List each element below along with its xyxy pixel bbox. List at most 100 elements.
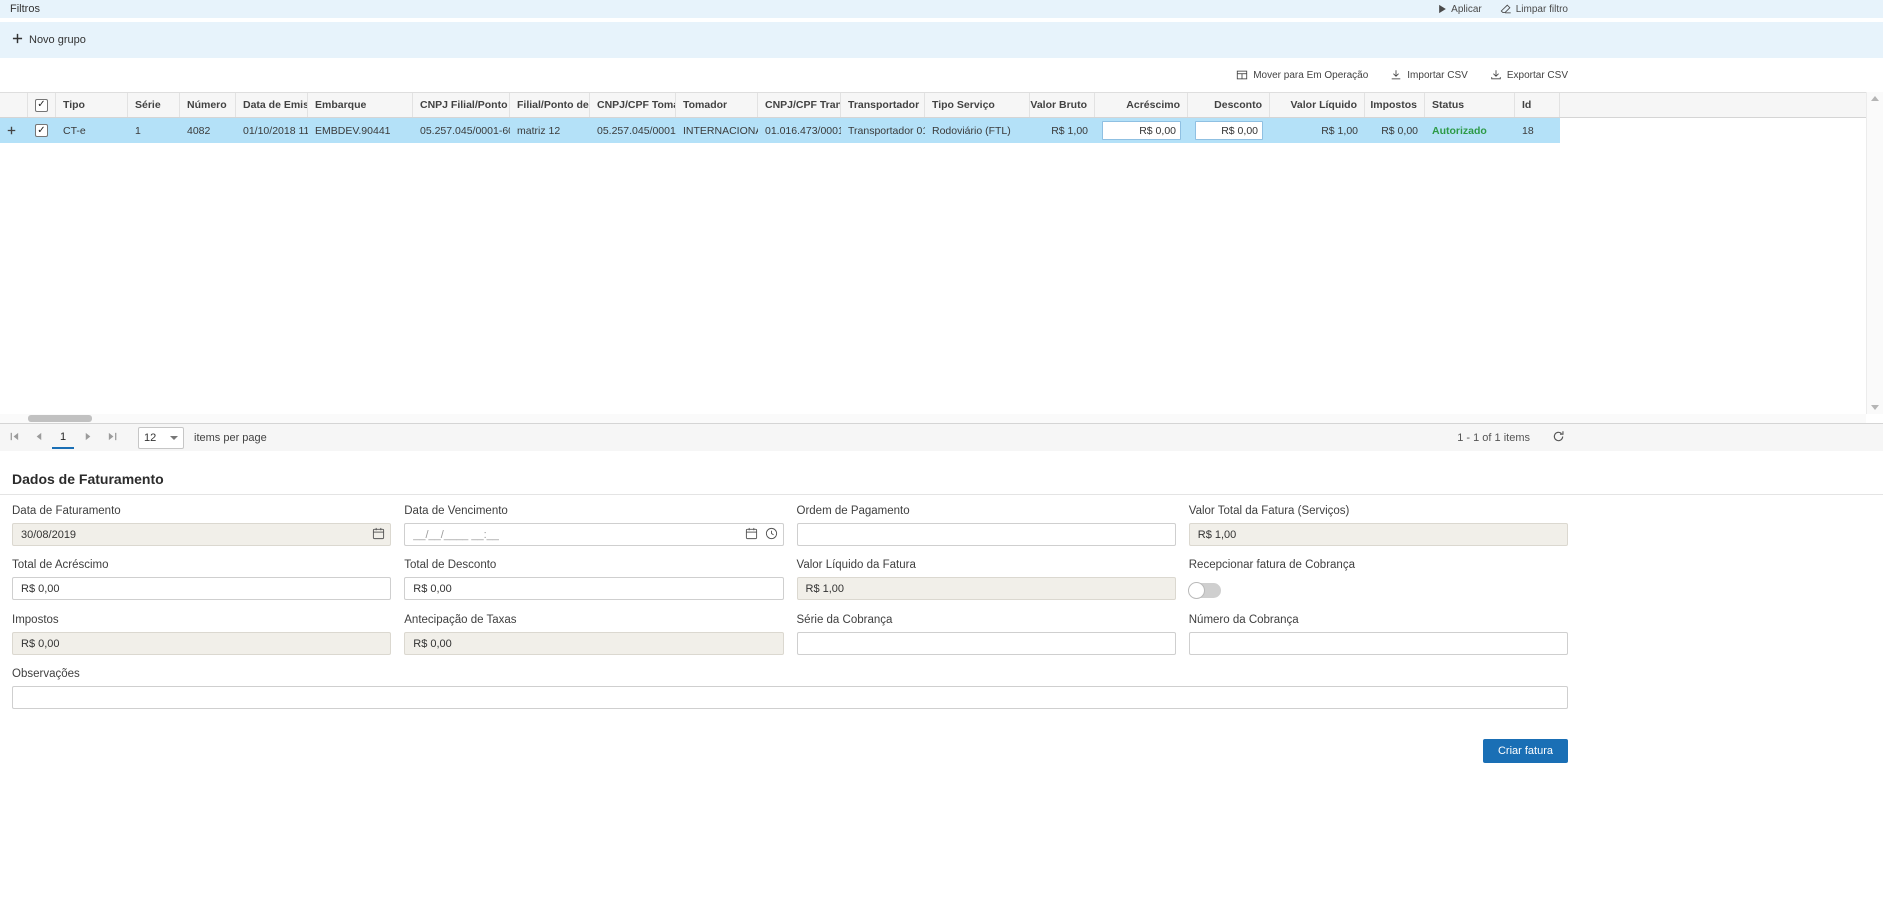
- total-acrescimo-label: Total de Acréscimo: [12, 559, 391, 572]
- filters-header: Filtros Aplicar Limpar filtro: [0, 0, 1883, 18]
- column-header-id[interactable]: Id: [1515, 93, 1560, 117]
- scroll-up-icon[interactable]: [1871, 96, 1879, 101]
- cell-data-emissao: 01/10/2018 11:07: [236, 118, 308, 143]
- page-size-select[interactable]: 12: [138, 427, 184, 449]
- column-header-tipo-servico[interactable]: Tipo Serviço: [925, 93, 1030, 117]
- acrescimo-input[interactable]: [1102, 121, 1181, 140]
- column-header-status[interactable]: Status: [1425, 93, 1515, 117]
- antecipacao-taxas-input[interactable]: [404, 632, 783, 655]
- data-vencimento-time-button[interactable]: [765, 527, 778, 543]
- column-header-numero[interactable]: Número: [180, 93, 236, 117]
- data-vencimento-label: Data de Vencimento: [404, 505, 783, 518]
- new-group-button[interactable]: Novo grupo: [12, 33, 86, 47]
- ordem-pagamento-label: Ordem de Pagamento: [797, 505, 1176, 518]
- impostos-input[interactable]: [12, 632, 391, 655]
- horizontal-scrollbar[interactable]: [0, 414, 1866, 423]
- column-header-transportador[interactable]: Transportador: [841, 93, 925, 117]
- footer-actions: Criar fatura: [0, 739, 1883, 763]
- field-valor-total-fatura: Valor Total da Fatura (Serviços): [1189, 505, 1568, 546]
- recepcionar-fatura-toggle[interactable]: [1189, 583, 1221, 598]
- data-vencimento-calendar-button[interactable]: [745, 527, 758, 543]
- numero-cobranca-input[interactable]: [1189, 632, 1568, 655]
- table-row[interactable]: CT-e 1 4082 01/10/2018 11:07 EMBDEV.9044…: [0, 118, 1560, 143]
- column-header-filial[interactable]: Filial/Ponto de O...: [510, 93, 590, 117]
- cell-transportador: Transportador 01: [841, 118, 925, 143]
- clear-filter-button[interactable]: Limpar filtro: [1500, 3, 1568, 15]
- scroll-down-icon[interactable]: [1871, 405, 1879, 410]
- field-total-acrescimo: Total de Acréscimo: [12, 559, 391, 601]
- export-icon: [1490, 69, 1502, 81]
- column-header-cnpj-transportador[interactable]: CNPJ/CPF Transp...: [758, 93, 841, 117]
- grid-body: CT-e 1 4082 01/10/2018 11:07 EMBDEV.9044…: [0, 118, 1883, 423]
- seek-last-icon: [107, 430, 118, 445]
- apply-filter-label: Aplicar: [1451, 4, 1482, 15]
- cell-expand: [0, 118, 28, 143]
- cell-impostos: R$ 0,00: [1365, 118, 1425, 143]
- seek-first-icon: [9, 430, 20, 445]
- export-csv-button[interactable]: Exportar CSV: [1490, 69, 1568, 81]
- create-invoice-button[interactable]: Criar fatura: [1483, 739, 1568, 763]
- numero-cobranca-label: Número da Cobrança: [1189, 614, 1568, 627]
- field-recepcionar-fatura: Recepcionar fatura de Cobrança: [1189, 559, 1568, 601]
- cell-id: 18: [1515, 118, 1560, 143]
- billing-section-title: Dados de Faturamento: [0, 471, 1883, 487]
- column-header-serie[interactable]: Série: [128, 93, 180, 117]
- expand-row-icon[interactable]: [7, 126, 16, 135]
- cell-tipo-servico: Rodoviário (FTL): [925, 118, 1030, 143]
- calendar-icon: [372, 527, 385, 543]
- cell-filial: matriz 12: [510, 118, 590, 143]
- items-per-page-label: items per page: [194, 432, 267, 444]
- filters-actions: Aplicar Limpar filtro: [1438, 3, 1568, 15]
- data-vencimento-input[interactable]: [404, 523, 783, 546]
- next-page-button[interactable]: [76, 426, 100, 450]
- select-all-checkbox[interactable]: [35, 99, 48, 112]
- page-info: 1 - 1 of 1 items: [1457, 432, 1530, 444]
- cell-cnpj-transportador: 01.016.473/0001-40: [758, 118, 841, 143]
- column-header-acrescimo[interactable]: Acréscimo: [1095, 93, 1188, 117]
- valor-total-fatura-input[interactable]: [1189, 523, 1568, 546]
- field-numero-cobranca: Número da Cobrança: [1189, 614, 1568, 655]
- column-header-tipo[interactable]: Tipo: [56, 93, 128, 117]
- cell-valor-bruto: R$ 1,00: [1030, 118, 1095, 143]
- total-acrescimo-input[interactable]: [12, 577, 391, 600]
- vertical-scrollbar[interactable]: [1866, 92, 1883, 414]
- valor-total-fatura-label: Valor Total da Fatura (Serviços): [1189, 505, 1568, 518]
- column-header-valor-liquido[interactable]: Valor Líquido: [1270, 93, 1365, 117]
- total-desconto-input[interactable]: [404, 577, 783, 600]
- horizontal-scrollbar-thumb[interactable]: [28, 415, 92, 422]
- first-page-button[interactable]: [2, 426, 26, 450]
- column-header-cnpj-filial[interactable]: CNPJ Filial/Ponto de ...: [413, 93, 510, 117]
- column-header-desconto[interactable]: Desconto: [1188, 93, 1270, 117]
- cell-valor-liquido: R$ 1,00: [1270, 118, 1365, 143]
- field-data-faturamento: Data de Faturamento: [12, 505, 391, 546]
- serie-cobranca-input[interactable]: [797, 632, 1176, 655]
- move-to-operation-button[interactable]: Mover para Em Operação: [1236, 69, 1368, 81]
- apply-filter-button[interactable]: Aplicar: [1438, 4, 1482, 15]
- column-header-data-emissao[interactable]: Data de Emiss...: [236, 93, 308, 117]
- ordem-pagamento-input[interactable]: [797, 523, 1176, 546]
- column-header-embarque[interactable]: Embarque: [308, 93, 413, 117]
- column-header-impostos[interactable]: Impostos: [1365, 93, 1425, 117]
- cell-tipo: CT-e: [56, 118, 128, 143]
- desconto-input[interactable]: [1195, 121, 1263, 140]
- data-faturamento-input[interactable]: [12, 523, 391, 546]
- refresh-button[interactable]: [1548, 428, 1568, 448]
- field-observacoes: Observações: [12, 668, 1568, 709]
- last-page-button[interactable]: [100, 426, 124, 450]
- row-select-checkbox[interactable]: [35, 124, 48, 137]
- column-header-tomador[interactable]: Tomador: [676, 93, 758, 117]
- section-divider: [0, 494, 1883, 495]
- filters-title: Filtros: [10, 3, 40, 15]
- expand-column-header: [0, 93, 28, 117]
- valor-liquido-fatura-input[interactable]: [797, 577, 1176, 600]
- current-page-button[interactable]: 1: [52, 426, 74, 449]
- billing-form: Data de Faturamento Data de Vencimento: [12, 505, 1568, 709]
- import-csv-button[interactable]: Importar CSV: [1390, 69, 1468, 81]
- column-header-cnpj-tomador[interactable]: CNPJ/CPF Tomador: [590, 93, 676, 117]
- data-faturamento-label: Data de Faturamento: [12, 505, 391, 518]
- data-faturamento-calendar-button[interactable]: [372, 527, 385, 543]
- observacoes-input[interactable]: [12, 686, 1568, 709]
- cell-numero: 4082: [180, 118, 236, 143]
- previous-page-button[interactable]: [26, 426, 50, 450]
- column-header-valor-bruto[interactable]: Valor Bruto: [1030, 93, 1095, 117]
